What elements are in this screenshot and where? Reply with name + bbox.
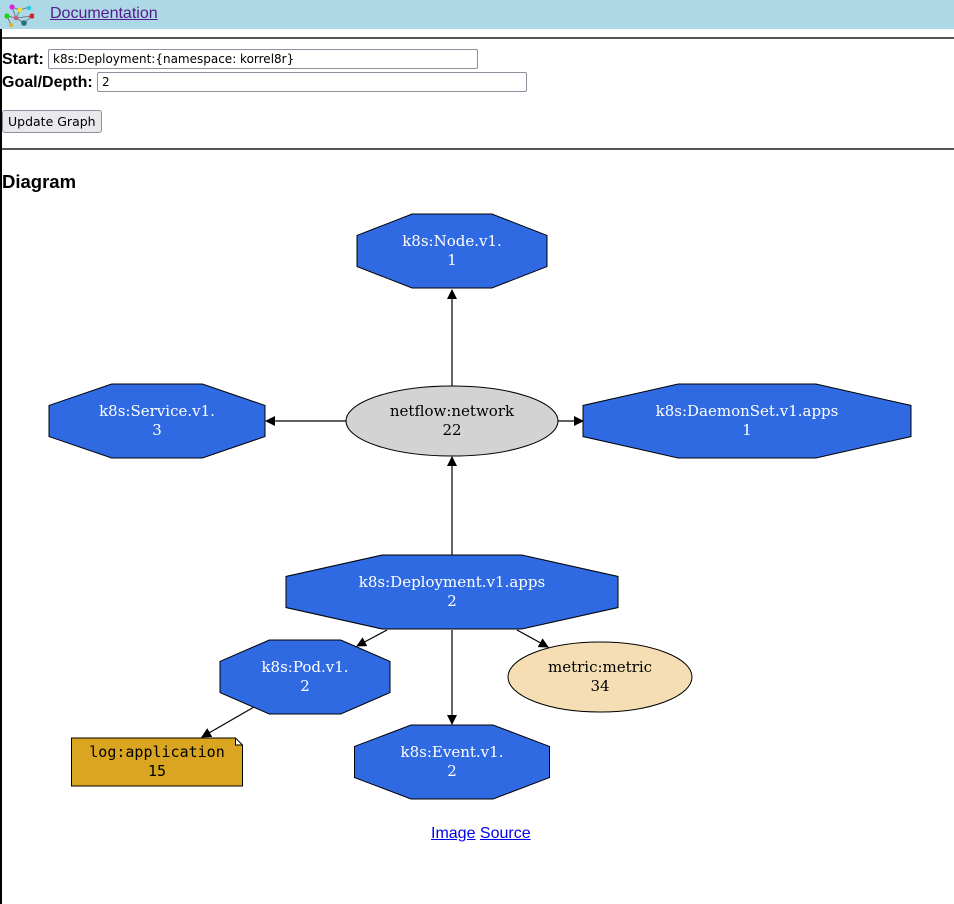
graph-node-deployment[interactable]: k8s:Deployment.v1.apps2 — [285, 554, 619, 630]
node-count: 22 — [442, 421, 461, 439]
node-label: k8s:Service.v1. — [99, 402, 215, 420]
edge-deployment-to-metric — [516, 629, 549, 648]
graph-diagram: k8s:Node.v1.1k8s:Service.v1.3netflow:net… — [48, 213, 912, 800]
footer-links: Image Source — [431, 825, 531, 843]
documentation-link[interactable]: Documentation — [50, 5, 158, 23]
graph-node-daemonset[interactable]: k8s:DaemonSet.v1.apps1 — [582, 383, 912, 459]
node-label: netflow:network — [390, 402, 515, 420]
node-count: 15 — [148, 762, 166, 780]
node-label: k8s:Pod.v1. — [261, 658, 348, 676]
node-label: k8s:DaemonSet.v1.apps — [656, 402, 839, 420]
divider — [2, 37, 954, 39]
edge-deployment-to-pod — [356, 629, 388, 647]
top-bar: Documentation — [0, 0, 954, 29]
diagram-heading: Diagram — [2, 171, 77, 192]
source-link[interactable]: Source — [480, 825, 531, 842]
node-count: 1 — [447, 251, 457, 269]
graph-node-log[interactable]: log:application15 — [71, 737, 243, 787]
node-count: 2 — [447, 592, 457, 610]
divider — [2, 148, 954, 150]
image-link[interactable]: Image — [431, 825, 475, 842]
node-count: 2 — [447, 762, 457, 780]
edge-pod-to-log — [201, 706, 255, 738]
node-label: k8s:Deployment.v1.apps — [359, 573, 545, 591]
start-input[interactable] — [48, 49, 478, 69]
graph-node-node[interactable]: k8s:Node.v1.1 — [356, 213, 548, 289]
graph-node-netflow[interactable]: netflow:network22 — [345, 385, 559, 457]
node-count: 1 — [742, 421, 752, 439]
graph-node-pod[interactable]: k8s:Pod.v1.2 — [219, 639, 391, 715]
start-label: Start: — [2, 51, 44, 68]
node-label: k8s:Node.v1. — [402, 232, 502, 250]
node-count: 2 — [300, 677, 310, 695]
node-count: 34 — [590, 677, 609, 695]
node-label: k8s:Event.v1. — [401, 743, 504, 761]
node-label: metric:metric — [548, 658, 652, 676]
goal-depth-label: Goal/Depth: — [2, 74, 93, 91]
graph-network-icon[interactable] — [2, 3, 34, 27]
update-graph-button[interactable]: Update Graph — [2, 110, 102, 133]
graph-node-service[interactable]: k8s:Service.v1.3 — [48, 383, 266, 459]
graph-node-event[interactable]: k8s:Event.v1.2 — [354, 724, 550, 800]
goal-depth-input[interactable] — [97, 72, 527, 92]
node-label: log:application — [89, 743, 224, 761]
graph-node-metric[interactable]: metric:metric34 — [507, 641, 693, 713]
node-count: 3 — [152, 421, 162, 439]
